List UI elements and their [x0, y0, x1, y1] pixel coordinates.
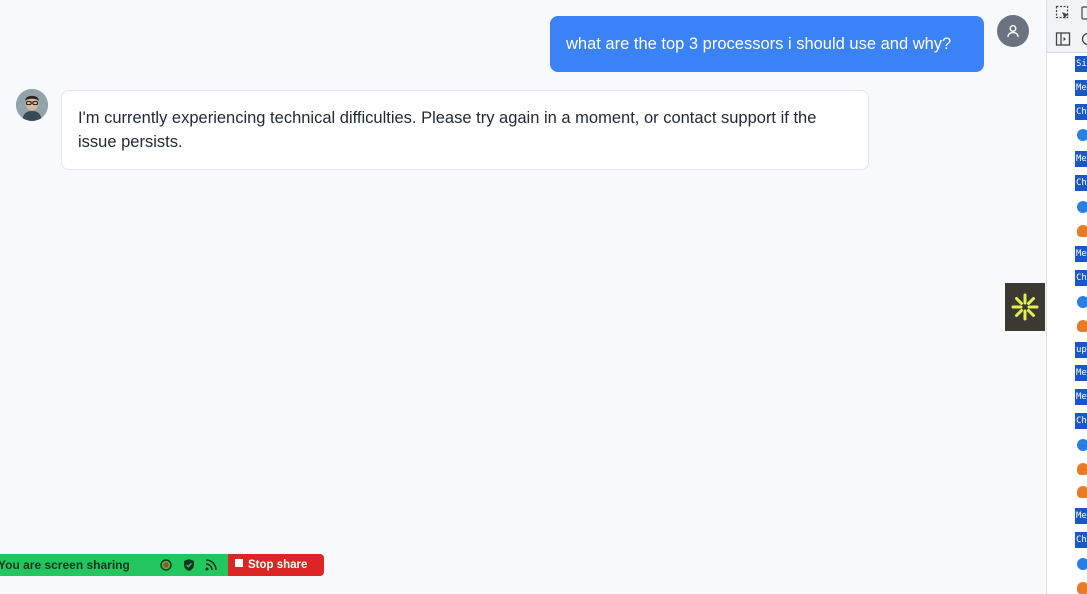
info-circle-icon [1077, 200, 1087, 213]
devtools-log-badge: Me [1075, 389, 1087, 406]
devtools-log-row[interactable]: Ch [1075, 103, 1087, 120]
stop-icon [235, 559, 243, 567]
flame-icon [1077, 581, 1087, 594]
shield-check-icon[interactable] [182, 558, 196, 572]
devtools-log-badge: Ch [1075, 270, 1087, 287]
devtools-log-row[interactable]: Ch [1075, 270, 1087, 287]
devtools-log-badge: Me [1075, 151, 1087, 168]
devtools-log-badge: Me [1075, 79, 1087, 96]
devtools-log-badge: Ch [1075, 413, 1087, 429]
devtools-log-row[interactable]: Ch [1075, 175, 1087, 191]
info-circle-icon [1077, 438, 1087, 451]
devtools-log-badge: Me [1075, 246, 1087, 263]
devtools-log-badge: up [1075, 341, 1087, 358]
devtools-log-row[interactable] [1075, 223, 1087, 239]
devtools-toolbar [1047, 0, 1087, 53]
clear-console-icon[interactable] [1081, 31, 1087, 47]
devtools-log-row[interactable]: Me [1075, 365, 1087, 382]
floating-widget-button[interactable] [1005, 283, 1045, 331]
devtools-log-badge: Me [1075, 365, 1087, 382]
devtools-log-row[interactable] [1075, 294, 1087, 310]
devtools-log-row[interactable]: Me [1075, 508, 1087, 525]
info-circle-icon [1077, 296, 1087, 308]
chat-area: what are the top 3 processors i should u… [0, 0, 1046, 594]
devtools-log-row[interactable]: Ch [1075, 413, 1087, 429]
devtools-log-row[interactable] [1075, 556, 1087, 572]
flame-icon [1077, 462, 1087, 475]
devtools-log-row[interactable]: Si [1075, 56, 1087, 72]
bot-avatar-image [16, 89, 48, 121]
bot-avatar [16, 89, 48, 121]
devtools-log-badge: Si [1075, 56, 1087, 72]
info-circle-icon [1077, 557, 1087, 570]
user-avatar[interactable] [997, 15, 1029, 47]
devtools-log-row[interactable] [1075, 580, 1087, 594]
user-icon [1007, 25, 1019, 38]
flame-icon [1077, 319, 1087, 332]
user-message-bubble: what are the top 3 processors i should u… [550, 16, 984, 72]
devtools-log-badge: Ch [1075, 175, 1087, 191]
devtools-log-row[interactable] [1075, 318, 1087, 334]
screen-share-bar: You are screen sharing [0, 554, 228, 576]
device-toggle-icon[interactable] [1081, 5, 1087, 21]
devtools-log-row[interactable]: Me [1075, 389, 1087, 406]
flame-icon [1077, 224, 1087, 237]
devtools-log-row[interactable]: Me [1075, 79, 1087, 96]
devtools-log-row[interactable]: Me [1075, 246, 1087, 263]
record-icon[interactable] [159, 558, 173, 572]
devtools-panel: Si Me Ch Me Ch Me Ch up Me Me Ch Me Ch [1046, 0, 1087, 594]
broadcast-icon[interactable] [204, 558, 218, 572]
devtools-log-row[interactable] [1075, 437, 1087, 453]
devtools-log-row[interactable]: Me [1075, 151, 1087, 168]
devtools-log-badge: Ch [1075, 532, 1087, 548]
flame-icon [1077, 486, 1087, 499]
devtools-log-row[interactable]: Ch [1075, 532, 1087, 548]
devtools-log-badge: Ch [1075, 103, 1087, 120]
stop-share-button[interactable]: Stop share [228, 554, 324, 576]
inspect-element-icon[interactable] [1055, 5, 1071, 21]
devtools-log-row[interactable]: up [1075, 341, 1087, 358]
devtools-log-row[interactable] [1075, 484, 1087, 500]
asterisk-icon [1011, 293, 1039, 321]
sidebar-toggle-icon[interactable] [1055, 31, 1071, 47]
devtools-log-row[interactable] [1075, 461, 1087, 477]
devtools-log-badge: Me [1075, 508, 1087, 525]
stop-share-label: Stop share [248, 559, 308, 571]
info-circle-icon [1077, 129, 1087, 142]
devtools-log-row[interactable] [1075, 127, 1087, 143]
screen-share-status: You are screen sharing [0, 558, 130, 572]
devtools-log-row[interactable] [1075, 199, 1087, 215]
bot-message-bubble: I'm currently experiencing technical dif… [61, 90, 869, 170]
